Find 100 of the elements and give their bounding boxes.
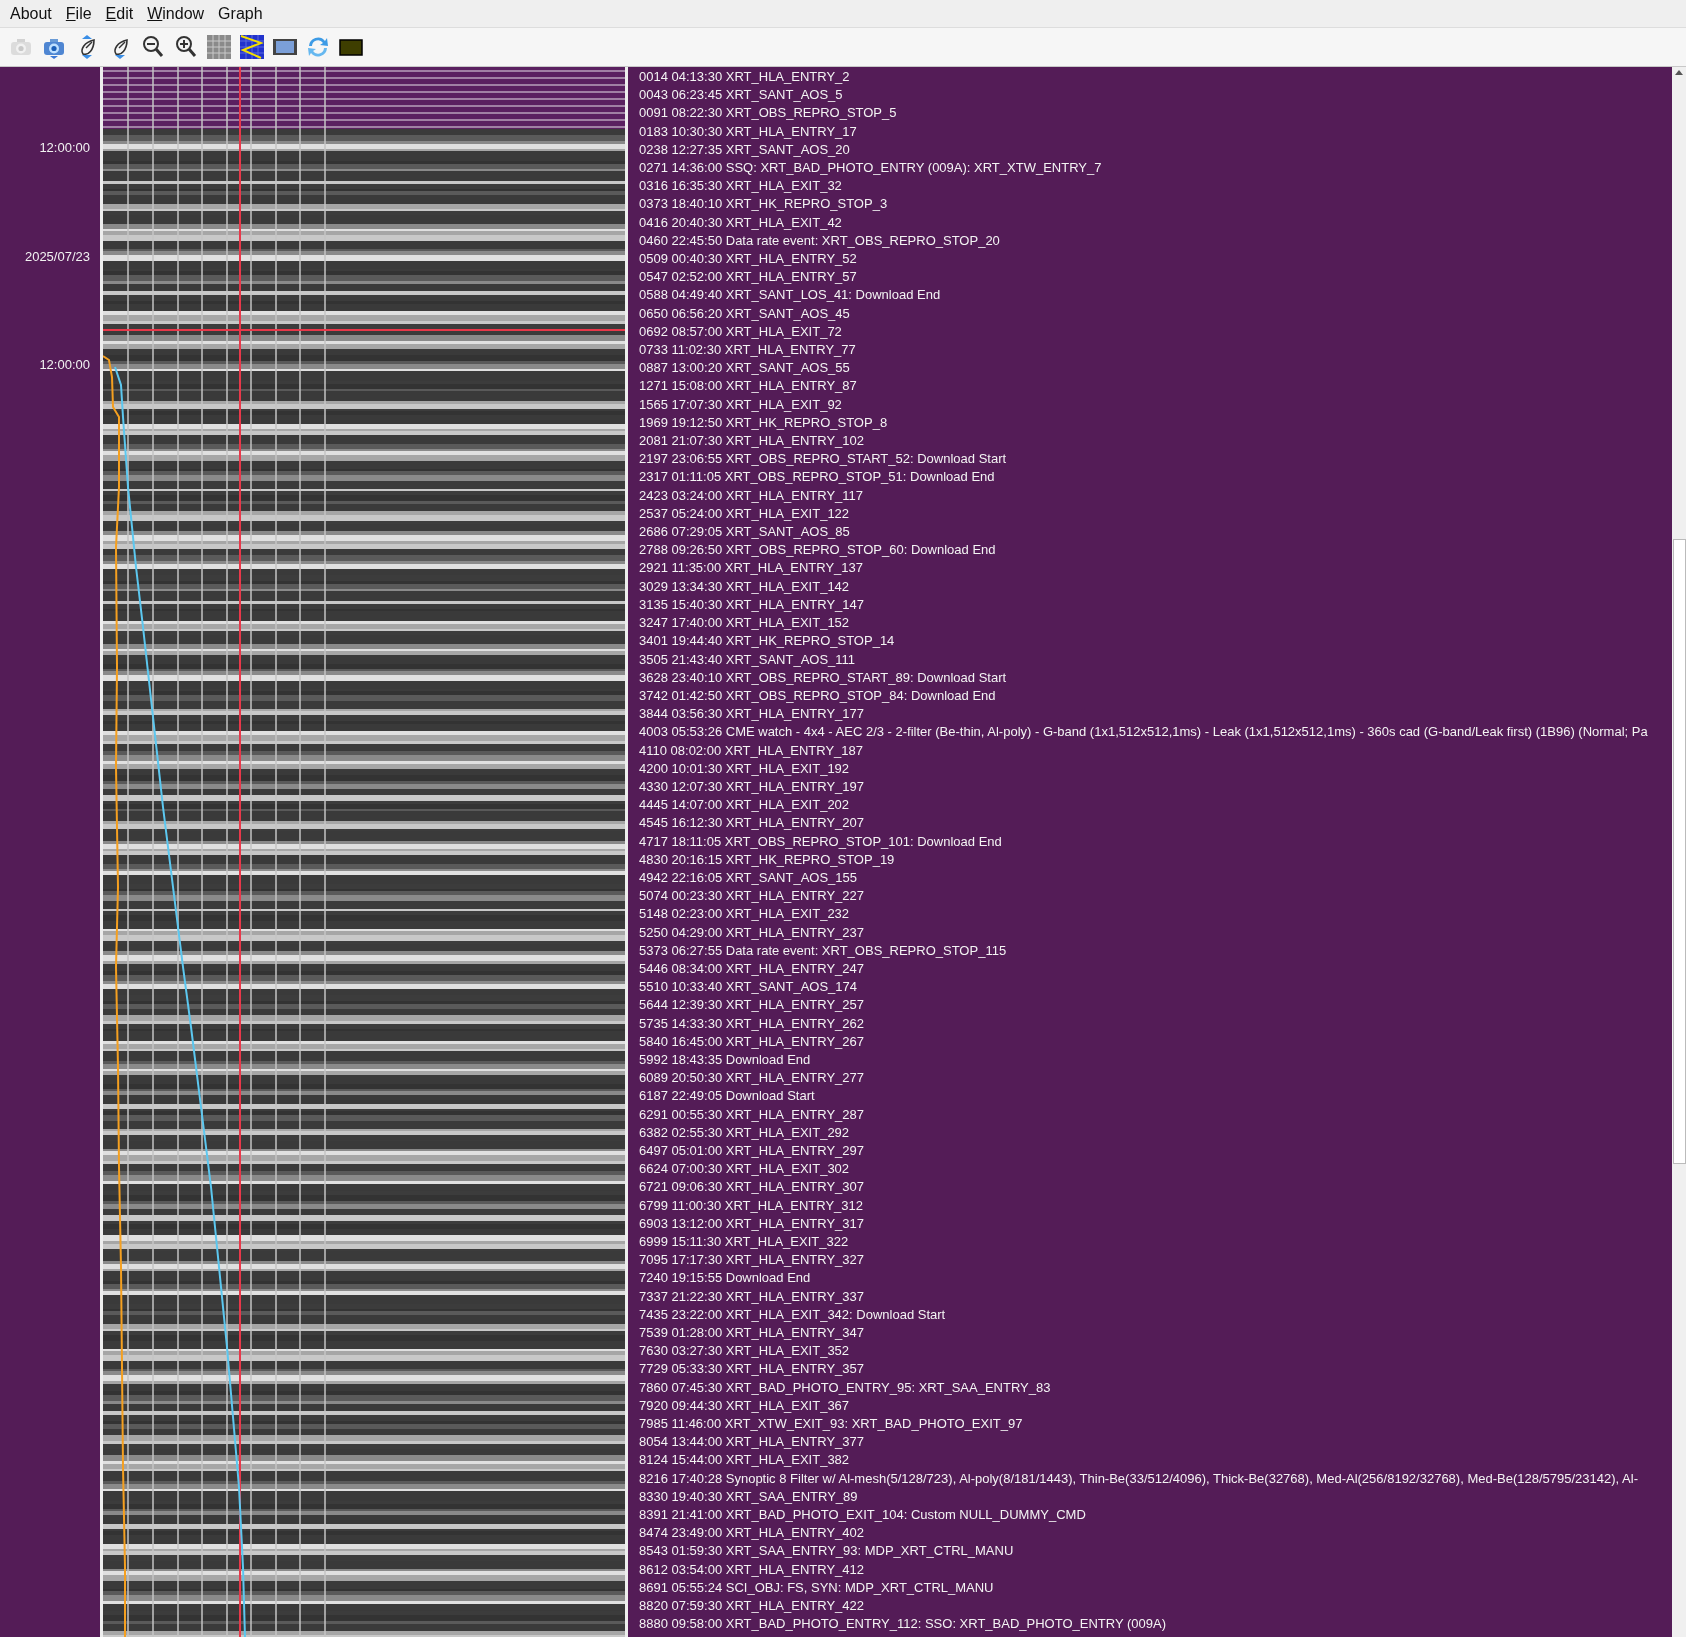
event-line: 0460 22:45:50 Data rate event: XRT_OBS_REPRO_STOP_20	[639, 231, 1001, 250]
event-line: 4830 20:16:15 XRT_HK_REPRO_STOP_19	[639, 850, 896, 869]
event-line: 6291 00:55:30 XRT_HLA_ENTRY_287	[639, 1105, 865, 1124]
event-line: 5148 02:23:00 XRT_HLA_EXIT_232	[639, 905, 851, 924]
scrollbar-thumb[interactable]	[1673, 539, 1686, 1164]
event-line: 8820 07:59:30 XRT_HLA_ENTRY_422	[639, 1597, 865, 1616]
event-line: 0509 00:40:30 XRT_HLA_ENTRY_52	[639, 250, 858, 269]
event-line: 2081 21:07:30 XRT_HLA_ENTRY_102	[639, 432, 865, 451]
event-line: 8880 09:58:00 XRT_BAD_PHOTO_ENTRY_112: SSO: XRT_BAD_PHOTO_ENTRY (009A)	[639, 1615, 1167, 1634]
event-line: 5250 04:29:00 XRT_HLA_ENTRY_237	[639, 923, 865, 942]
event-line: 6999 15:11:30 XRT_HLA_EXIT_322	[639, 1233, 850, 1251]
event-line: 0588 04:49:40 XRT_SANT_LOS_41: Download End	[639, 286, 942, 305]
event-line: 2423 03:24:00 XRT_HLA_ENTRY_117	[639, 486, 865, 505]
event-line: 7337 21:22:30 XRT_HLA_ENTRY_337	[639, 1287, 865, 1306]
event-line: 8124 15:44:00 XRT_HLA_EXIT_382	[639, 1451, 851, 1470]
event-line: 0733 11:02:30 XRT_HLA_ENTRY_77	[639, 341, 857, 360]
event-line: 5644 12:39:30 XRT_HLA_ENTRY_257	[639, 996, 865, 1015]
event-line: 0043 06:23:45 XRT_SANT_AOS_5	[639, 86, 844, 105]
event-line: 4330 12:07:30 XRT_HLA_ENTRY_197	[639, 777, 865, 796]
zigzag-chart-icon[interactable]	[239, 34, 265, 60]
zoom-in-icon[interactable]	[173, 34, 199, 60]
event-line: 3742 01:42:50 XRT_OBS_REPRO_STOP_84: Download End	[639, 686, 997, 705]
event-line: 6903 13:12:00 XRT_HLA_ENTRY_317	[639, 1214, 865, 1233]
event-line: 0183 10:30:30 XRT_HLA_ENTRY_17	[639, 122, 858, 141]
event-line: 6624 07:00:30 XRT_HLA_EXIT_302	[639, 1160, 851, 1179]
zoom-out-icon[interactable]	[140, 34, 166, 60]
event-line: 1271 15:08:00 XRT_HLA_ENTRY_87	[639, 377, 858, 396]
event-line: 4942 22:16:05 XRT_SANT_AOS_155	[639, 868, 859, 887]
event-line: 5992 18:43:35 Download End	[639, 1050, 812, 1069]
event-line: 8543 01:59:30 XRT_SAA_ENTRY_93: MDP_XRT_CTRL_MANU	[639, 1542, 1015, 1561]
event-line: 7630 03:27:30 XRT_HLA_EXIT_352	[639, 1342, 851, 1361]
event-line: 0373 18:40:10 XRT_HK_REPRO_STOP_3	[639, 195, 889, 214]
menu-item[interactable]: File	[65, 4, 100, 23]
axis-label: 12:00:00	[39, 140, 90, 155]
scrollbar[interactable]	[1672, 67, 1686, 1637]
menu-item[interactable]: Window	[147, 4, 213, 23]
event-line: 7985 11:46:00 XRT_XTW_EXIT_93: XRT_BAD_PHOTO_EXIT_97	[639, 1415, 1024, 1434]
scroll-up-icon[interactable]	[1675, 70, 1683, 75]
axis-label: 2025/07/23	[24, 249, 90, 264]
event-line: 5840 16:45:00 XRT_HLA_ENTRY_267	[639, 1032, 865, 1051]
event-line: 7095 17:17:30 XRT_HLA_ENTRY_327	[639, 1251, 865, 1270]
event-line: 6721 09:06:30 XRT_HLA_ENTRY_307	[639, 1178, 865, 1197]
event-line: 3029 13:34:30 XRT_HLA_EXIT_142	[639, 577, 851, 596]
event-line: 0692 08:57:00 XRT_HLA_EXIT_72	[639, 322, 843, 341]
event-line: 3844 03:56:30 XRT_HLA_ENTRY_177	[639, 705, 865, 724]
event-line: 4200 10:01:30 XRT_HLA_EXIT_192	[639, 759, 851, 778]
event-line: 5446 08:34:00 XRT_HLA_ENTRY_247	[639, 959, 865, 978]
event-line: 2537 05:24:00 XRT_HLA_EXIT_122	[639, 504, 851, 523]
event-line: 5373 06:27:55 Data rate event: XRT_OBS_REPRO_STOP_115	[639, 941, 1008, 960]
event-line: 3505 21:43:40 XRT_SANT_AOS_111	[639, 650, 857, 669]
event-line: 7729 05:33:30 XRT_HLA_ENTRY_357	[639, 1360, 865, 1379]
event-line: 4445 14:07:00 XRT_HLA_EXIT_202	[639, 796, 851, 815]
event-line: 2686 07:29:05 XRT_SANT_AOS_85	[639, 523, 851, 542]
event-line: 0238 12:27:35 XRT_SANT_AOS_20	[639, 140, 851, 159]
event-line: 7539 01:28:00 XRT_HLA_ENTRY_347	[639, 1324, 865, 1342]
event-line: 7240 19:15:55 Download End	[639, 1269, 812, 1288]
event-line: 6497 05:01:00 XRT_HLA_ENTRY_297	[639, 1142, 865, 1160]
event-line: 0271 14:36:00 SSQ: XRT_BAD_PHOTO_ENTRY (009A): XRT_XTW_ENTRY_7	[639, 159, 1103, 177]
event-line: 6382 02:55:30 XRT_HLA_EXIT_292	[639, 1123, 851, 1142]
event-line: 0547 02:52:00 XRT_HLA_ENTRY_57	[639, 268, 858, 287]
menu-item[interactable]: About	[10, 4, 60, 23]
menu-item[interactable]: Edit	[105, 4, 142, 23]
event-line: 2921 11:35:00 XRT_HLA_ENTRY_137	[639, 559, 865, 578]
axis-label: 12:00:00	[39, 357, 90, 372]
event-line: 5735 14:33:30 XRT_HLA_ENTRY_262	[639, 1014, 865, 1033]
event-line: 0650 06:56:20 XRT_SANT_AOS_45	[639, 304, 851, 323]
event-line: 8054 13:44:00 XRT_HLA_ENTRY_377	[639, 1433, 865, 1452]
grid-icon[interactable]	[206, 34, 232, 60]
event-line: 4110 08:02:00 XRT_HLA_ENTRY_187	[639, 741, 865, 760]
event-line: 3135 15:40:30 XRT_HLA_ENTRY_147	[639, 595, 865, 614]
event-line: 6089 20:50:30 XRT_HLA_ENTRY_277	[639, 1069, 865, 1088]
event-line: 8391 21:41:00 XRT_BAD_PHOTO_EXIT_104: Custom NULL_DUMMY_CMD	[639, 1506, 1087, 1525]
event-line: 0014 04:13:30 XRT_HLA_ENTRY_2	[639, 68, 851, 86]
event-line: 1969 19:12:50 XRT_HK_REPRO_STOP_8	[639, 413, 889, 432]
event-line: 0416 20:40:30 XRT_HLA_EXIT_42	[639, 213, 843, 232]
event-line: 8691 05:55:24 SCI_OBJ: FS, SYN: MDP_XRT_CTRL_MANU	[639, 1578, 995, 1597]
event-line: 0091 08:22:30 XRT_OBS_REPRO_STOP_5	[639, 104, 898, 123]
event-line: 5074 00:23:30 XRT_HLA_ENTRY_227	[639, 887, 865, 906]
event-line: 3247 17:40:00 XRT_HLA_EXIT_152	[639, 614, 851, 633]
event-line: 6799 11:00:30 XRT_HLA_ENTRY_312	[639, 1196, 865, 1215]
event-line: 4717 18:11:05 XRT_OBS_REPRO_STOP_101: Download End	[639, 832, 1003, 851]
event-line: 2197 23:06:55 XRT_OBS_REPRO_START_52: Download Start	[639, 450, 1008, 469]
event-line: 8474 23:49:00 XRT_HLA_ENTRY_402	[639, 1524, 865, 1543]
event-line: 4003 05:53:26 CME watch - 4x4 - AEC 2/3 - 2-filter (Be-thin, Al-poly) - G-band (1x1,512x512,1ms) - Leak (1x1,512x512,1ms) - 360s cad (G-band/Leak first) (1B96) (Normal; Pa	[639, 723, 1649, 742]
event-line: 8216 17:40:28 Synoptic 8 Filter w/ Al-mesh(5/128/723), Al-poly(8/181/1443), Thin-Be(33/512/4096), Thick-Be(32768), Med-Al(256/8192/32768), Med-Be(128/5795/23142), Al-	[639, 1469, 1639, 1488]
event-line: 1565 17:07:30 XRT_HLA_EXIT_92	[639, 395, 843, 414]
event-line: 6187 22:49:05 Download Start	[639, 1087, 816, 1106]
event-line: 2788 09:26:50 XRT_OBS_REPRO_STOP_60: Download End	[639, 541, 997, 560]
event-line: 8330 19:40:30 XRT_SAA_ENTRY_89	[639, 1487, 859, 1506]
event-line: 3628 23:40:10 XRT_OBS_REPRO_START_89: Download Start	[639, 668, 1008, 687]
event-line: 7920 09:44:30 XRT_HLA_EXIT_367	[639, 1396, 851, 1415]
event-line: 0316 16:35:30 XRT_HLA_EXIT_32	[639, 177, 843, 196]
event-line: 2317 01:11:05 XRT_OBS_REPRO_STOP_51: Download End	[639, 468, 996, 487]
event-line: 4545 16:12:30 XRT_HLA_ENTRY_207	[639, 814, 865, 833]
menu-item[interactable]: Graph	[218, 4, 271, 23]
event-line: 5510 10:33:40 XRT_SANT_AOS_174	[639, 978, 859, 997]
event-line: 7860 07:45:30 XRT_BAD_PHOTO_ENTRY_95: XRT_SAA_ENTRY_83	[639, 1378, 1052, 1397]
event-line: 7435 23:22:00 XRT_HLA_EXIT_342: Download Start	[639, 1305, 947, 1324]
event-line: 8612 03:54:00 XRT_HLA_ENTRY_412	[639, 1560, 865, 1579]
event-line: 3401 19:44:40 XRT_HK_REPRO_STOP_14	[639, 632, 896, 651]
